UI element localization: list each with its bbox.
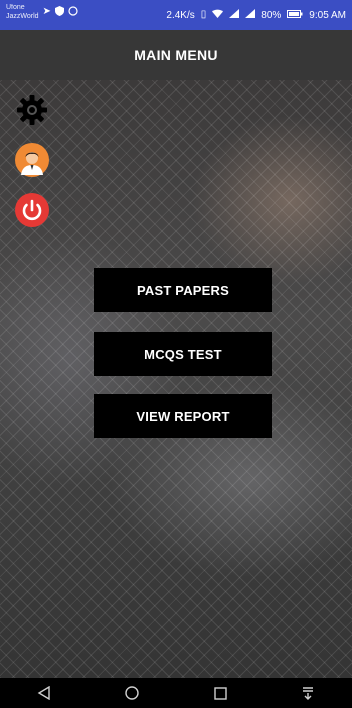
mcqs-test-button[interactable]: MCQS TEST	[94, 332, 272, 376]
whatsapp-icon	[68, 5, 78, 19]
profile-button[interactable]	[14, 142, 50, 178]
carrier-bottom: JazzWorld	[6, 13, 39, 20]
signal-icon-2	[245, 9, 256, 21]
vibrate-icon: ▯	[200, 9, 207, 20]
status-left: Ufone JazzWorld ➤	[6, 3, 78, 21]
view-report-button[interactable]: VIEW REPORT	[94, 394, 272, 438]
signal-icon	[229, 9, 240, 21]
shield-icon	[54, 5, 64, 19]
power-icon	[15, 193, 49, 227]
back-button[interactable]	[24, 678, 64, 708]
settings-button[interactable]	[14, 92, 50, 128]
notification-button[interactable]	[288, 678, 328, 708]
carrier-names: Ufone JazzWorld	[6, 3, 39, 21]
navigation-bar	[0, 678, 352, 708]
home-icon	[125, 686, 139, 700]
notification-icon	[303, 687, 313, 700]
recents-button[interactable]	[200, 678, 240, 708]
network-speed: 2.4K/s	[166, 9, 195, 21]
back-icon	[37, 686, 50, 700]
background-pattern	[0, 80, 352, 678]
status-bar: Ufone JazzWorld ➤ 2.4K/s ▯ 80% 9:05 AM	[0, 0, 352, 30]
home-button[interactable]	[112, 678, 152, 708]
avatar	[15, 143, 49, 177]
send-icon: ➤	[42, 6, 51, 17]
main-content: PAST PAPERS MCQS TEST VIEW REPORT	[0, 80, 352, 678]
clock: 9:05 AM	[309, 9, 346, 21]
app-bar: MAIN MENU	[0, 30, 352, 80]
wifi-icon	[212, 9, 224, 21]
gear-icon	[17, 95, 47, 125]
carrier-top: Ufone	[6, 4, 25, 11]
page-title: MAIN MENU	[134, 47, 218, 63]
battery-percent: 80%	[261, 9, 282, 21]
recents-icon	[213, 686, 227, 700]
logout-button[interactable]	[14, 192, 50, 228]
status-right: 2.4K/s ▯ 80% 9:05 AM	[166, 9, 346, 21]
battery-icon	[287, 9, 303, 21]
past-papers-button[interactable]: PAST PAPERS	[94, 268, 272, 312]
